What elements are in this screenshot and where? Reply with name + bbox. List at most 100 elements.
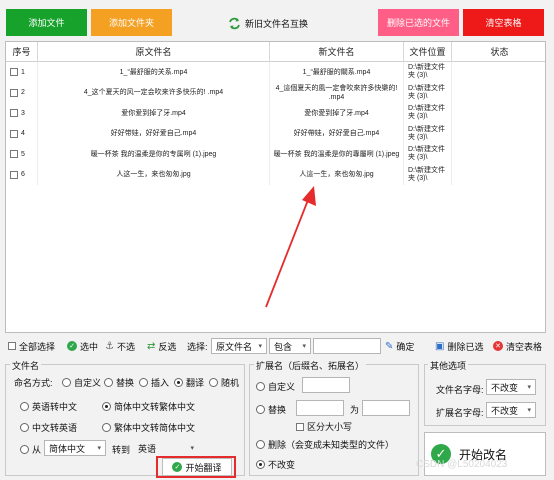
en-to-zh-radio[interactable]: 英语转中文 (20, 400, 77, 413)
row-checkbox[interactable] (10, 88, 18, 97)
header-new-name: 新文件名 (270, 42, 404, 62)
row-status (452, 62, 547, 83)
zh-to-en-radio[interactable]: 中文转英语 (20, 421, 77, 434)
row-location: D:\新建文件夹 (3)\ (404, 164, 452, 185)
naming-mode-label: 命名方式: (14, 378, 53, 388)
row-new-name: 暖一杯茶 我的溫柔是你的專屬咧 (1).jpeg (270, 144, 404, 165)
radio-circle (256, 382, 265, 391)
row-new-name: 1_“最舒服的關系.mp4 (270, 62, 404, 83)
chevron-down-icon: ▾ (527, 384, 531, 391)
radio-circle (62, 378, 71, 387)
row-orig-name: 人这一生，来也匆匆.jpg (38, 164, 270, 185)
ext-delete-label: 删除（会变成未知类型的文件） (268, 440, 395, 450)
watermark-text: CSDN @L50204023 (416, 459, 508, 470)
mode-translate-radio[interactable]: 翻译 (174, 376, 204, 389)
delete-selected-label: 删除已选 (447, 341, 484, 352)
ext-case-select[interactable]: 不改变 ▾ (486, 402, 536, 418)
select-button[interactable]: ✓ 选中 (67, 340, 98, 353)
add-folder-button[interactable]: 添加文件夹 (91, 9, 172, 36)
clear-table-button[interactable]: 清空表格 (463, 9, 544, 36)
confirm-icon: ✎ (385, 340, 394, 352)
row-checkbox[interactable] (10, 68, 18, 77)
row-location: D:\新建文件夹 (3)\ (404, 123, 452, 144)
mode-custom-radio[interactable]: 自定义 (62, 376, 101, 389)
from-radio[interactable]: 从 (20, 443, 41, 456)
file-table[interactable]: 序号 原文件名 新文件名 文件位置 状态 1 1_“最舒服的关系.mp4 1_“… (5, 41, 546, 333)
match-select[interactable]: 包含 ▾ (269, 338, 311, 354)
select-all-label: 全部选择 (19, 341, 56, 352)
radio-circle (20, 402, 29, 411)
row-checkbox[interactable] (10, 170, 18, 179)
delete-selected-button[interactable]: ▣ 删除已选 (435, 340, 483, 353)
add-file-button[interactable]: 添加文件 (6, 9, 87, 36)
ext-replace-radio[interactable]: 替换 (256, 403, 286, 416)
radio-circle (102, 423, 111, 432)
field-select[interactable]: 原文件名 ▾ (211, 338, 267, 354)
invert-icon: ⇄ (147, 340, 156, 352)
unselect-label: 不选 (116, 341, 135, 352)
case-sensitive-label: 区分大小写 (307, 422, 353, 432)
row-location: D:\新建文件夹 (3)\ (404, 103, 452, 124)
select-all-checkbox[interactable] (8, 342, 16, 350)
select-all-toggle[interactable]: 全部选择 (8, 340, 55, 353)
ext-replace-from-input[interactable] (296, 400, 344, 416)
swap-names-button[interactable]: 新旧文件名互换 (228, 12, 348, 34)
start-translate-button[interactable]: ✓ 开始翻译 (162, 458, 232, 476)
case-sensitive-toggle[interactable]: 区分大小写 (296, 420, 352, 433)
confirm-button[interactable]: ✎ 确定 (385, 340, 414, 353)
table-row[interactable]: 4 好好带娃，好好爱自己.mp4 好好帶娃，好好愛自己.mp4 D:\新建文件夹… (6, 123, 545, 144)
row-no: 6 (21, 171, 25, 179)
radio-circle (256, 405, 265, 414)
table-row[interactable]: 1 1_“最舒服的关系.mp4 1_“最舒服的關系.mp4 D:\新建文件夹 (… (6, 62, 545, 83)
row-no: 5 (21, 150, 25, 158)
keyword-input[interactable] (313, 338, 381, 354)
header-no: 序号 (6, 42, 38, 62)
mode-random-label: 随机 (221, 378, 240, 388)
ext-replace-label: 替换 (268, 405, 287, 415)
ext-custom-radio[interactable]: 自定义 (256, 380, 295, 393)
mode-insert-radio[interactable]: 插入 (139, 376, 169, 389)
row-no: 2 (21, 89, 25, 97)
header-orig-name: 原文件名 (38, 42, 270, 62)
to-language-select[interactable]: 英语 ▾ (134, 440, 198, 456)
match-select-value: 包含 (274, 341, 293, 352)
radio-circle (20, 423, 29, 432)
invert-label: 反选 (158, 341, 177, 352)
choose-label: 选择: (187, 341, 208, 352)
row-no: 3 (21, 109, 25, 117)
simp-to-trad-radio[interactable]: 简体中文转繁体中文 (102, 400, 195, 413)
mode-random-radio[interactable]: 随机 (209, 376, 239, 389)
ext-delete-radio[interactable]: 删除（会变成未知类型的文件） (256, 438, 394, 451)
case-sensitive-checkbox[interactable] (296, 422, 304, 431)
table-row[interactable]: 5 暖一杯茶 我的温柔是你的专属咧 (1).jpeg 暖一杯茶 我的溫柔是你的專… (6, 144, 545, 165)
table-row[interactable]: 2 4_这个夏天的风一定会吹来许多快乐的! .mp4 4_這個夏天的風一定會吹來… (6, 82, 545, 103)
table-row[interactable]: 3 爱你爱到掉了牙.mp4 愛你愛到掉了牙.mp4 D:\新建文件夹 (3)\ (6, 103, 545, 124)
row-checkbox[interactable] (10, 109, 18, 118)
radio-circle (256, 440, 265, 449)
from-label: 从 (32, 445, 42, 455)
ext-custom-input[interactable] (302, 377, 350, 393)
row-no: 1 (21, 68, 25, 76)
unselect-button[interactable]: ⚓ 不选 (105, 340, 135, 353)
invert-button[interactable]: ⇄ 反选 (147, 340, 176, 353)
row-checkbox[interactable] (10, 129, 18, 138)
row-new-name: 好好帶娃，好好愛自己.mp4 (270, 123, 404, 144)
table-header: 序号 原文件名 新文件名 文件位置 状态 (6, 42, 545, 62)
row-checkbox[interactable] (10, 150, 18, 159)
ext-nochange-radio[interactable]: 不改变 (256, 458, 295, 471)
extension-group-title: 扩展名（后缀名、拓展名） (254, 359, 367, 372)
row-orig-name: 暖一杯茶 我的温柔是你的专属咧 (1).jpeg (38, 144, 270, 165)
chevron-down-icon: ▾ (190, 445, 194, 452)
other-options-title: 其他选项 (428, 359, 469, 372)
mode-replace-radio[interactable]: 替换 (104, 376, 134, 389)
trad-to-simp-radio[interactable]: 繁体中文转简体中文 (102, 421, 195, 434)
clear-table-small-button[interactable]: ✕ 清空表格 (493, 340, 542, 353)
delete-selected-files-button[interactable]: 删除已选的文件 (378, 9, 459, 36)
filename-case-label: 文件名字母: (436, 385, 484, 395)
ext-replace-to-input[interactable] (362, 400, 410, 416)
filename-case-select[interactable]: 不改变 ▾ (486, 379, 536, 395)
row-orig-name: 爱你爱到掉了牙.mp4 (38, 103, 270, 124)
from-language-select[interactable]: 简体中文 ▾ (44, 440, 106, 456)
row-orig-name: 好好带娃，好好爱自己.mp4 (38, 123, 270, 144)
clear-icon: ✕ (493, 341, 503, 351)
